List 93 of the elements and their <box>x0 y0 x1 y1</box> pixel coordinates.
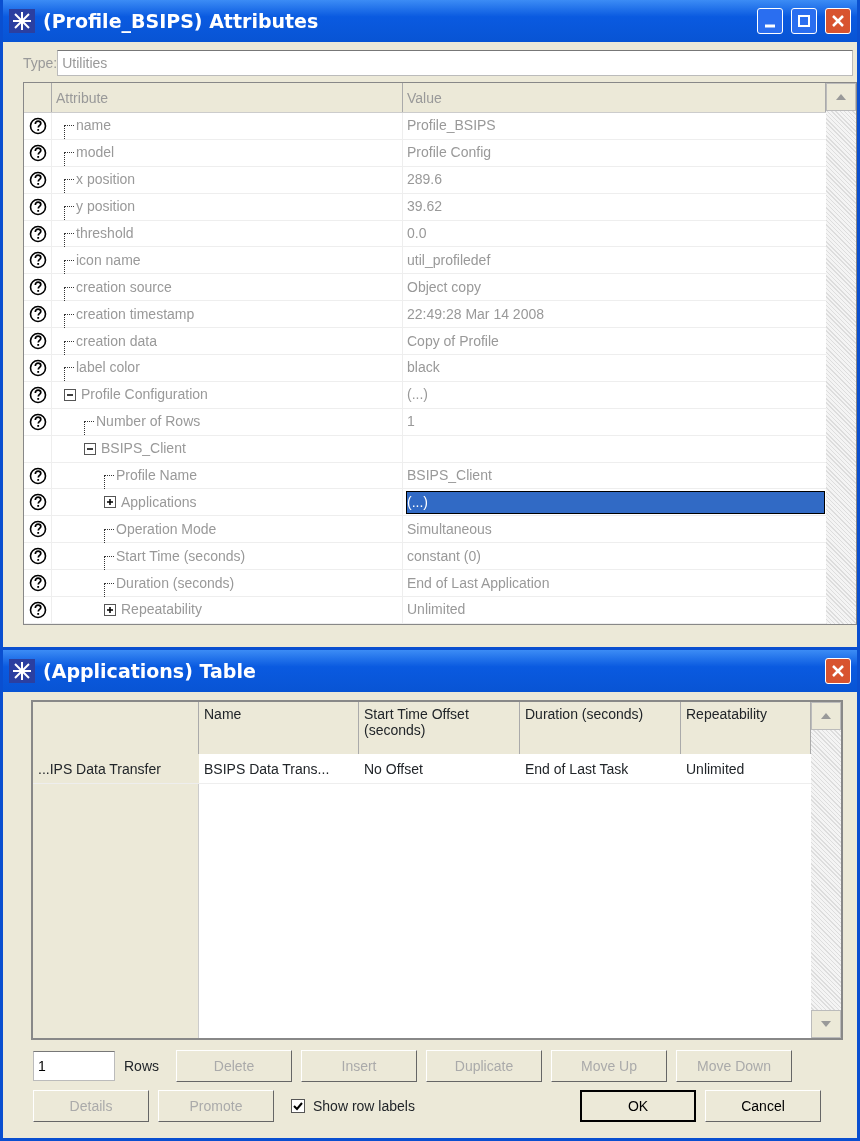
attribute-value[interactable]: Simultaneous <box>407 518 492 540</box>
table-cell-text: No Offset <box>363 760 424 779</box>
attribute-value[interactable]: black <box>407 357 440 379</box>
help-icon[interactable] <box>28 197 47 216</box>
show-row-labels-checkbox[interactable]: Show row labels <box>291 1095 571 1117</box>
help-icon[interactable] <box>28 278 47 297</box>
help-icon[interactable] <box>28 332 47 351</box>
attribute-name: Profile Configuration <box>81 385 208 405</box>
cancel-button[interactable]: Cancel <box>705 1090 821 1122</box>
help-icon[interactable] <box>28 170 47 189</box>
attribute-name: creation data <box>76 331 157 351</box>
collapse-icon[interactable] <box>64 388 76 401</box>
attribute-name: Duration (seconds) <box>116 573 235 593</box>
help-icon[interactable] <box>28 412 47 431</box>
attribute-value[interactable]: constant (0) <box>407 545 481 567</box>
help-icon[interactable] <box>28 493 47 512</box>
attribute-name: creation timestamp <box>76 304 195 324</box>
attribute-name: name <box>76 116 112 136</box>
table-cell-text: Unlimited <box>685 760 746 779</box>
close-button[interactable] <box>825 658 851 684</box>
attribute-value[interactable]: Object copy <box>407 276 481 298</box>
attribute-value[interactable]: Unlimited <box>407 599 466 621</box>
attribute-value[interactable]: (...) <box>407 491 824 513</box>
attribute-value[interactable]: End of Last Application <box>407 572 550 594</box>
minimize-button[interactable] <box>757 8 783 34</box>
help-icon[interactable] <box>28 143 47 162</box>
attribute-value[interactable]: Profile_BSIPS <box>407 115 496 137</box>
attribute-name: Profile Name <box>116 466 197 485</box>
attribute-name: Number of Rows <box>96 412 201 432</box>
attribute-value[interactable]: 39.62 <box>407 196 443 218</box>
close-icon <box>830 13 846 29</box>
minimize-icon <box>765 24 775 28</box>
help-icon[interactable] <box>28 224 47 243</box>
column-header: Start Time Offset (seconds) <box>359 702 520 754</box>
attribute-name: x position <box>76 170 136 190</box>
help-icon[interactable] <box>28 574 47 593</box>
rows-count-field[interactable]: 1 <box>33 1051 115 1081</box>
attribute-value[interactable]: 1 <box>407 411 415 433</box>
type-label: Type: <box>23 53 58 73</box>
help-icon[interactable] <box>28 385 47 404</box>
table-cell-text: BSIPS Data Trans... <box>203 760 331 779</box>
window-title: (Applications) Table <box>43 658 256 684</box>
attribute-name: Applications <box>121 492 197 512</box>
table-cell-text: End of Last Task <box>524 760 630 779</box>
attribute-name: threshold <box>76 224 134 243</box>
help-icon[interactable] <box>28 358 47 377</box>
expand-icon[interactable] <box>104 496 116 509</box>
checkbox-label: Show row labels <box>313 1096 415 1116</box>
column-header: Duration (seconds) <box>520 702 681 754</box>
close-icon <box>830 663 846 679</box>
row-label: ...IPS Data Transfer <box>33 754 199 783</box>
help-icon[interactable] <box>28 251 47 270</box>
maximize-icon <box>796 13 812 29</box>
attribute-name: icon name <box>76 250 141 270</box>
attribute-value[interactable]: Profile Config <box>407 142 492 164</box>
attribute-name: Repeatability <box>121 600 202 620</box>
attribute-value[interactable]: util_profiledef <box>407 249 491 271</box>
attribute-name: Operation Mode <box>116 519 217 539</box>
attribute-name: Start Time (seconds) <box>116 546 246 566</box>
expand-icon[interactable] <box>104 603 116 616</box>
type-field[interactable]: Utilities <box>57 50 853 76</box>
window-title: (Profile_BSIPS) Attributes <box>43 8 319 35</box>
help-icon[interactable] <box>28 547 47 566</box>
close-button[interactable] <box>825 8 851 34</box>
help-icon[interactable] <box>28 305 47 324</box>
star-logo-icon <box>9 659 35 683</box>
attribute-value[interactable]: (...) <box>407 384 428 406</box>
scrollbar[interactable] <box>826 83 856 624</box>
column-header: Attribute <box>52 83 403 112</box>
up-arrow-icon <box>821 713 831 719</box>
attribute-name: creation source <box>76 277 172 297</box>
down-arrow-icon <box>821 1021 831 1027</box>
help-icon[interactable] <box>28 116 47 135</box>
help-icon[interactable] <box>28 520 47 539</box>
attribute-value[interactable]: 289.6 <box>407 169 443 191</box>
attribute-name: y position <box>76 197 136 217</box>
ok-button[interactable]: OK <box>580 1090 696 1122</box>
attribute-name: label color <box>76 358 140 378</box>
maximize-button[interactable] <box>791 8 817 34</box>
attribute-value[interactable]: Copy of Profile <box>407 330 499 352</box>
up-arrow-icon <box>836 94 846 100</box>
attribute-name: model <box>76 143 115 163</box>
star-logo-icon <box>9 9 35 33</box>
help-icon[interactable] <box>28 466 47 485</box>
column-header: Name <box>199 702 359 754</box>
checkbox-icon[interactable] <box>291 1099 305 1113</box>
collapse-icon[interactable] <box>84 442 96 455</box>
rows-label: Rows <box>124 1056 159 1076</box>
attribute-value[interactable]: BSIPS_Client <box>407 465 492 486</box>
attribute-name: BSIPS_Client <box>101 439 186 459</box>
attribute-value[interactable]: 22:49:28 Mar 14 2008 <box>407 303 544 325</box>
help-icon[interactable] <box>28 600 47 619</box>
attribute-value[interactable]: 0.0 <box>407 223 427 244</box>
